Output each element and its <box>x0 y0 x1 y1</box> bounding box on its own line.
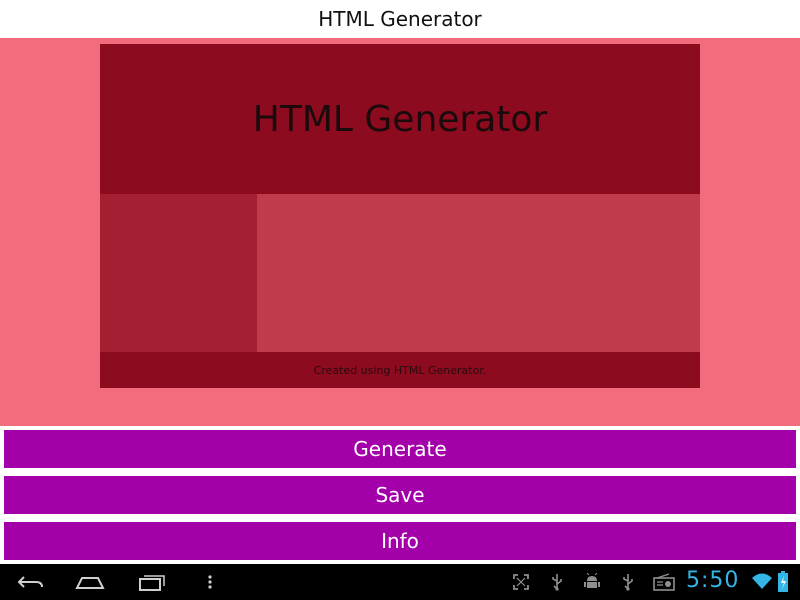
html-preview: HTML Generator Created using HTML Genera… <box>0 38 800 426</box>
battery-icon <box>777 571 789 597</box>
generate-button[interactable]: Generate <box>4 430 796 468</box>
preview-sidebar <box>100 194 257 352</box>
preview-header: HTML Generator <box>100 44 700 194</box>
app-title: HTML Generator <box>318 7 482 31</box>
usb-icon <box>549 573 565 595</box>
system-navigation-bar: 5:50 <box>0 564 800 600</box>
usb-icon <box>620 573 636 595</box>
save-button[interactable]: Save <box>4 476 796 514</box>
wifi-icon <box>751 572 773 594</box>
android-debug-icon <box>583 572 601 595</box>
preview-main-content <box>257 194 700 352</box>
preview-header-text: HTML Generator <box>252 98 548 140</box>
recent-apps-icon[interactable] <box>136 571 166 597</box>
clock: 5:50 <box>686 568 740 593</box>
menu-icon[interactable] <box>204 571 216 597</box>
app-title-bar: HTML Generator <box>0 0 800 38</box>
back-icon[interactable] <box>16 571 46 597</box>
preview-footer-text: Created using HTML Generator. <box>313 363 487 377</box>
home-icon[interactable] <box>74 571 106 597</box>
fullscreen-icon <box>512 573 530 595</box>
info-button[interactable]: Info <box>4 522 796 560</box>
radio-icon <box>653 573 675 595</box>
preview-footer: Created using HTML Generator. <box>100 352 700 388</box>
